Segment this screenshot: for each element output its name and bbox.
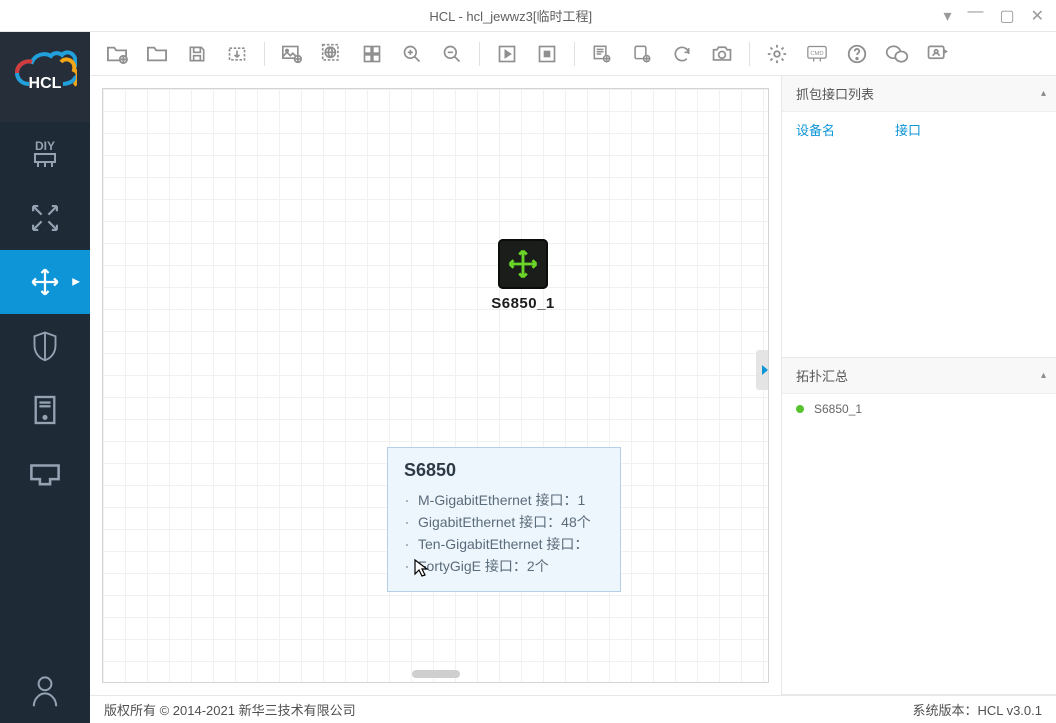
feedback-button[interactable] xyxy=(920,37,954,71)
play-button[interactable] xyxy=(490,37,524,71)
zoom-out-button[interactable] xyxy=(435,37,469,71)
toolbar: CMD xyxy=(90,32,1056,76)
doc-add-button[interactable] xyxy=(585,37,619,71)
dock-switch[interactable]: ▶ xyxy=(0,250,90,314)
maximize-icon[interactable]: ▢ xyxy=(999,6,1014,26)
tooltip-title: S6850 xyxy=(404,460,604,481)
dropdown-icon[interactable]: ▾ xyxy=(943,6,951,26)
panel-collapse-handle[interactable] xyxy=(756,350,769,390)
status-dot-icon xyxy=(796,405,804,413)
cmd-button[interactable]: CMD xyxy=(800,37,834,71)
dock-layout[interactable] xyxy=(0,186,90,250)
right-panel: 抓包接口列表 ▴ 设备名 接口 拓扑汇总 ▴ xyxy=(782,76,1056,695)
wechat-button[interactable] xyxy=(880,37,914,71)
image-add-button[interactable] xyxy=(275,37,309,71)
window-title: HCL - hcl_jewwz3[临时工程] xyxy=(90,6,931,25)
canvas-wrap: S6850_1 S6850 M-GigabitEthernet 接口：1 Gig… xyxy=(90,76,782,695)
titlebar: HCL - hcl_jewwz3[临时工程] ▾ — ▢ ✕ xyxy=(0,0,1056,32)
help-button[interactable] xyxy=(840,37,874,71)
dock-diy[interactable]: DIY xyxy=(0,122,90,186)
open-button[interactable] xyxy=(140,37,174,71)
collapse-up-icon[interactable]: ▴ xyxy=(1041,370,1046,381)
logo: HCL xyxy=(0,32,90,122)
export-button[interactable] xyxy=(220,37,254,71)
tooltip-line: M-GigabitEthernet 接口：1 xyxy=(404,489,604,511)
gear-button[interactable] xyxy=(760,37,794,71)
dock-server[interactable] xyxy=(0,378,90,442)
refresh-button[interactable] xyxy=(665,37,699,71)
grid-button[interactable] xyxy=(355,37,389,71)
dock-security[interactable] xyxy=(0,314,90,378)
tooltip-line: Ten-GigabitEthernet 接口： xyxy=(404,533,604,555)
note-add-button[interactable] xyxy=(625,37,659,71)
capture-col-port[interactable]: 接口 xyxy=(895,120,921,139)
new-project-button[interactable] xyxy=(100,37,134,71)
zoom-in-button[interactable] xyxy=(395,37,429,71)
node-label: S6850_1 xyxy=(478,295,568,312)
left-dock: HCL DIY ▶ xyxy=(0,32,90,723)
dock-user[interactable] xyxy=(0,659,90,723)
capture-panel-header[interactable]: 抓包接口列表 ▴ xyxy=(782,76,1056,112)
topology-node[interactable]: S6850_1 xyxy=(478,239,568,312)
switch-node-icon xyxy=(498,239,548,289)
canvas[interactable]: S6850_1 S6850 M-GigabitEthernet 接口：1 Gig… xyxy=(102,88,769,683)
svg-text:HCL: HCL xyxy=(29,75,62,92)
svg-text:DIY: DIY xyxy=(35,139,55,153)
topo-panel-header[interactable]: 拓扑汇总 ▴ xyxy=(782,358,1056,394)
close-icon[interactable]: ✕ xyxy=(1031,6,1044,26)
device-tooltip: S6850 M-GigabitEthernet 接口：1 GigabitEthe… xyxy=(387,447,621,592)
dock-port[interactable] xyxy=(0,442,90,506)
topo-item[interactable]: S6850_1 xyxy=(796,402,1042,416)
svg-text:CMD: CMD xyxy=(810,50,823,56)
tooltip-line: FortyGigE 接口：2个 xyxy=(404,555,604,577)
save-button[interactable] xyxy=(180,37,214,71)
topo-item-label: S6850_1 xyxy=(814,402,862,416)
globe-button[interactable] xyxy=(315,37,349,71)
statusbar: 版权所有 © 2014-2021 新华三技术有限公司 系统版本：HCL v3.0… xyxy=(90,695,1056,723)
status-version: 系统版本：HCL v3.0.1 xyxy=(912,700,1042,719)
status-copyright: 版权所有 © 2014-2021 新华三技术有限公司 xyxy=(104,700,356,719)
h-scrollbar[interactable] xyxy=(412,670,460,678)
chevron-right-icon: ▶ xyxy=(72,277,80,288)
minimize-icon[interactable]: — xyxy=(967,3,983,23)
tooltip-line: GigabitEthernet 接口：48个 xyxy=(404,511,604,533)
collapse-up-icon[interactable]: ▴ xyxy=(1041,88,1046,99)
stop-button[interactable] xyxy=(530,37,564,71)
capture-col-device[interactable]: 设备名 xyxy=(796,120,835,139)
camera-button[interactable] xyxy=(705,37,739,71)
